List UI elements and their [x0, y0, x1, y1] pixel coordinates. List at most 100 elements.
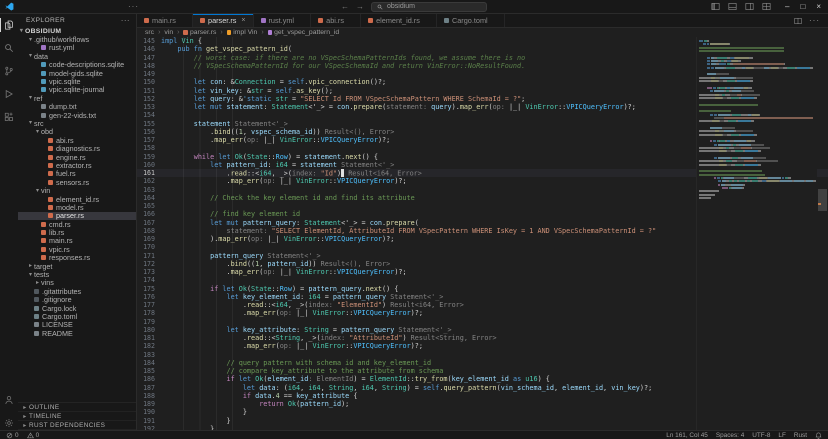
tab-element-id-rs[interactable]: element_id.rs×: [361, 14, 437, 27]
tree-item-license[interactable]: LICENSE: [18, 321, 136, 329]
line-number[interactable]: 150: [137, 78, 161, 86]
nav-back-icon[interactable]: ←: [341, 2, 349, 12]
line-number[interactable]: 182: [137, 342, 161, 350]
tree-item-ref[interactable]: ▾ref: [18, 94, 136, 102]
line-number[interactable]: 183: [137, 351, 161, 359]
line-number[interactable]: 162: [137, 177, 161, 185]
line-number[interactable]: 149: [137, 70, 161, 78]
line-number[interactable]: 172: [137, 260, 161, 268]
window-close-button[interactable]: ×: [816, 0, 821, 13]
line-number[interactable]: 176: [137, 293, 161, 301]
line-number[interactable]: 188: [137, 392, 161, 400]
line-number[interactable]: 161: [137, 169, 161, 177]
line-number[interactable]: 179: [137, 318, 161, 326]
activity-account[interactable]: [0, 393, 18, 407]
line-number[interactable]: 160: [137, 161, 161, 169]
tree-item-lib-rs[interactable]: lib.rs: [18, 228, 136, 236]
breadcrumb-item[interactable]: get_vspec_pattern_id: [268, 29, 340, 36]
toggle-panel-icon[interactable]: [728, 2, 737, 11]
tree-item--gitattributes[interactable]: .gitattributes: [18, 287, 136, 295]
tab-rust-yml[interactable]: rust.yml×: [254, 14, 312, 27]
toggle-secondary-sidebar-icon[interactable]: [745, 2, 754, 11]
line-number[interactable]: 174: [137, 276, 161, 284]
line-number[interactable]: 190: [137, 408, 161, 416]
statusbar-item[interactable]: LF: [778, 432, 785, 439]
code-editor[interactable]: 145impl Vin {146 pub fn get_vspec_patter…: [137, 37, 828, 430]
editor-scrollbar[interactable]: [817, 37, 828, 430]
line-number[interactable]: 170: [137, 243, 161, 251]
breadcrumb-item[interactable]: vin: [164, 29, 173, 36]
line-number[interactable]: 186: [137, 375, 161, 383]
statusbar-item[interactable]: UTF-8: [752, 432, 770, 439]
line-number[interactable]: 164: [137, 194, 161, 202]
line-number[interactable]: 147: [137, 54, 161, 62]
menu-overflow-icon[interactable]: ···: [128, 2, 139, 11]
statusbar-item[interactable]: Ln 161, Col 45: [666, 432, 708, 439]
tree-item-tests[interactable]: ▾tests: [18, 270, 136, 278]
command-center[interactable]: obsidium: [371, 2, 487, 12]
line-number[interactable]: 151: [137, 87, 161, 95]
line-number[interactable]: 189: [137, 400, 161, 408]
line-number[interactable]: 166: [137, 210, 161, 218]
activity-search[interactable]: [0, 41, 18, 55]
split-editor-icon[interactable]: [794, 17, 802, 25]
line-number[interactable]: 146: [137, 45, 161, 53]
line-number[interactable]: 152: [137, 95, 161, 103]
sidebar-pane-rust-dependencies[interactable]: ▸RUST DEPENDENCIES: [18, 421, 136, 430]
line-number[interactable]: 169: [137, 235, 161, 243]
toggle-sidebar-icon[interactable]: [711, 2, 720, 11]
tree-item--gitignore[interactable]: .gitignore: [18, 296, 136, 304]
statusbar-item[interactable]: Spaces: 4: [716, 432, 744, 439]
statusbar-item[interactable]: 0: [6, 432, 19, 439]
line-number[interactable]: 181: [137, 334, 161, 342]
tab-cargo-toml[interactable]: Cargo.toml×: [437, 14, 505, 27]
activity-extensions[interactable]: [0, 110, 18, 124]
line-number[interactable]: 156: [137, 128, 161, 136]
statusbar-item[interactable]: Rust: [794, 432, 807, 439]
tab-parser-rs[interactable]: parser.rs×: [193, 14, 253, 27]
line-number[interactable]: 180: [137, 326, 161, 334]
activity-explorer[interactable]: [0, 18, 18, 32]
tree-item-readme[interactable]: README: [18, 329, 136, 337]
customize-layout-icon[interactable]: [762, 2, 771, 11]
window-maximize-button[interactable]: □: [800, 0, 805, 13]
line-number[interactable]: 155: [137, 120, 161, 128]
line-number[interactable]: 158: [137, 144, 161, 152]
statusbar-item[interactable]: [815, 432, 822, 439]
sidebar-pane-outline[interactable]: ▸OUTLINE: [18, 403, 136, 412]
scrollbar-thumb[interactable]: [818, 189, 827, 211]
tree-item-src[interactable]: ▾src: [18, 119, 136, 127]
activity-debug[interactable]: [0, 87, 18, 101]
tree-item-cargo-toml[interactable]: Cargo.toml: [18, 312, 136, 320]
line-number[interactable]: 148: [137, 62, 161, 70]
line-number[interactable]: 177: [137, 301, 161, 309]
minimap[interactable]: [696, 37, 817, 430]
line-number[interactable]: 185: [137, 367, 161, 375]
explorer-more-actions-icon[interactable]: ···: [121, 16, 130, 25]
tab-main-rs[interactable]: main.rs×: [137, 14, 193, 27]
activity-settings[interactable]: [0, 416, 18, 430]
tree-item-sensors-rs[interactable]: sensors.rs: [18, 178, 136, 186]
line-number[interactable]: 157: [137, 136, 161, 144]
line-number[interactable]: 178: [137, 309, 161, 317]
line-number[interactable]: 187: [137, 384, 161, 392]
editor-more-actions-icon[interactable]: ···: [809, 16, 820, 25]
line-number[interactable]: 154: [137, 111, 161, 119]
sidebar-pane-timeline[interactable]: ▸TIMELINE: [18, 412, 136, 421]
window-minimize-button[interactable]: –: [785, 0, 789, 13]
line-number[interactable]: 165: [137, 202, 161, 210]
line-number[interactable]: 167: [137, 219, 161, 227]
line-number[interactable]: 168: [137, 227, 161, 235]
line-number[interactable]: 171: [137, 252, 161, 260]
tree-item-obd[interactable]: ▾obd: [18, 128, 136, 136]
line-number[interactable]: 175: [137, 285, 161, 293]
line-number[interactable]: 163: [137, 186, 161, 194]
tab-abi-rs[interactable]: abi.rs×: [311, 14, 361, 27]
tree-item--github-workflows[interactable]: ▾.github/workflows: [18, 35, 136, 43]
line-number[interactable]: 191: [137, 417, 161, 425]
close-icon[interactable]: ×: [241, 17, 245, 24]
tree-item-parser-rs[interactable]: parser.rs: [18, 212, 136, 220]
breadcrumb-item[interactable]: src: [145, 29, 154, 36]
line-number[interactable]: 192: [137, 425, 161, 430]
tree-item-cmd-rs[interactable]: cmd.rs: [18, 220, 136, 228]
